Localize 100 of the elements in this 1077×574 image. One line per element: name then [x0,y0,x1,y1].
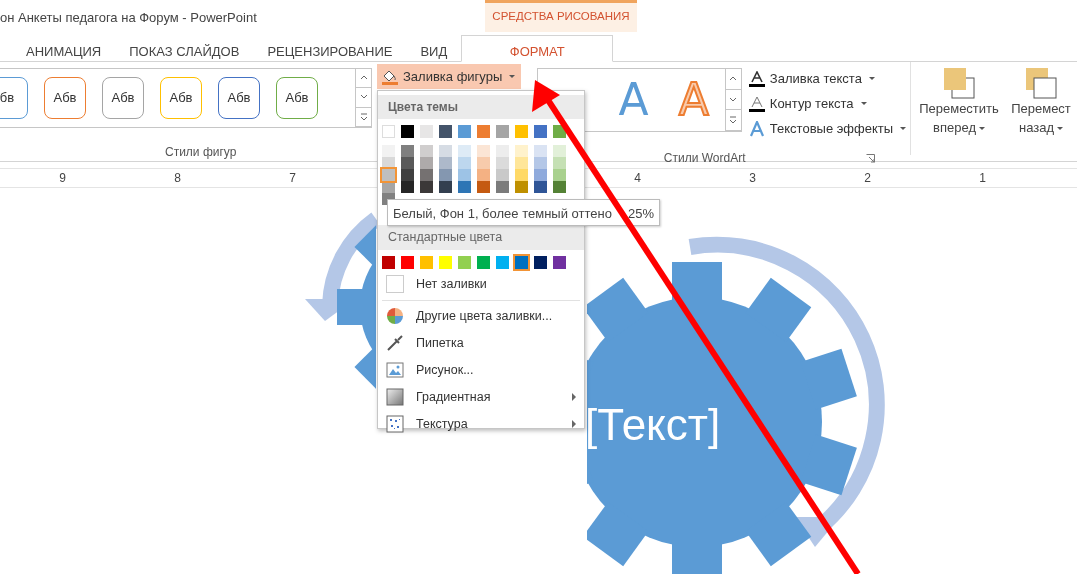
arrange-button[interactable]: Переместить вперед [915,62,1003,161]
color-wheel-icon [386,307,404,326]
ribbon-tab[interactable]: АНИМАЦИЯ [12,35,116,61]
color-swatch[interactable] [420,125,433,138]
dialog-launcher-icon[interactable] [865,153,875,163]
scroll-up-icon[interactable] [729,74,738,83]
arrange-button[interactable]: Перемест назад [1005,62,1077,161]
menu-item[interactable]: Рисунок... [378,356,584,384]
color-swatch[interactable] [515,255,528,269]
submenu-arrow-icon [572,393,576,402]
color-swatch[interactable] [458,255,471,269]
color-swatch[interactable] [515,125,528,138]
color-swatch[interactable] [477,125,490,138]
shape-style-thumbnail[interactable]: Абв [218,77,260,119]
color-swatch[interactable] [553,169,566,181]
color-swatch[interactable] [496,125,509,138]
color-swatch[interactable] [439,145,452,157]
color-swatch[interactable] [401,125,414,138]
wordart-command[interactable]: Контур текста [745,91,909,116]
color-swatch[interactable] [534,145,547,157]
ruler-number: 9 [58,170,67,187]
color-swatch[interactable] [420,157,433,169]
color-swatch[interactable] [534,169,547,181]
color-swatch[interactable] [401,255,414,269]
color-swatch[interactable] [458,145,471,157]
color-swatch[interactable] [420,145,433,157]
color-swatch[interactable] [496,157,509,169]
color-swatch[interactable] [382,125,395,138]
color-swatch[interactable] [477,169,490,181]
shape-style-thumbnail[interactable]: Абв [44,77,86,119]
more-icon[interactable] [359,112,368,121]
ribbon-tab[interactable]: РЕЦЕНЗИРОВАНИЕ [253,35,407,61]
shape-style-thumbnail[interactable]: Абв [276,77,318,119]
color-swatch[interactable] [477,181,490,193]
ruler-number: 3 [748,170,757,187]
color-swatch[interactable] [439,255,452,269]
shape-style-thumbnail[interactable]: Абв [160,77,202,119]
color-swatch[interactable] [458,125,471,138]
color-swatch[interactable] [458,169,471,181]
color-swatch[interactable] [534,255,547,269]
color-swatch[interactable] [439,181,452,193]
menu-item[interactable]: Другие цвета заливки... [378,302,584,330]
text-fill-icon [747,70,766,87]
color-swatch[interactable] [458,181,471,193]
menu-item[interactable]: Нет заливки [378,270,584,298]
color-swatch[interactable] [477,157,490,169]
color-swatch[interactable] [420,255,433,269]
color-swatch[interactable] [382,255,395,269]
gradient-square-icon [386,388,404,407]
color-swatch[interactable] [553,181,566,193]
color-swatch[interactable] [477,145,490,157]
color-swatch[interactable] [515,181,528,193]
color-swatch[interactable] [496,181,509,193]
color-swatch[interactable] [401,157,414,169]
color-swatch[interactable] [420,181,433,193]
color-swatch[interactable] [515,157,528,169]
color-swatch[interactable] [458,157,471,169]
ribbon-tab[interactable]: ВИД [406,35,462,61]
color-swatch[interactable] [477,255,490,269]
color-swatch[interactable] [420,169,433,181]
color-swatch[interactable] [534,157,547,169]
wordart-command[interactable]: Текстовые эффекты [745,116,909,141]
color-swatch[interactable] [553,157,566,169]
caret-icon [509,75,516,78]
scroll-down-icon[interactable] [729,95,738,104]
menu-section-header: Стандартные цвета [378,225,584,250]
color-swatch[interactable] [515,169,528,181]
color-swatch[interactable] [401,169,414,181]
color-swatch[interactable] [382,145,395,157]
send-backward-icon [1024,66,1058,100]
color-swatch[interactable] [439,125,452,138]
window-title: он Анкеты педагога на Форум - PowerPoint [0,9,257,27]
menu-item[interactable]: Пипетка [378,329,584,357]
color-swatch[interactable] [496,255,509,269]
caret-icon [978,126,985,130]
color-swatch[interactable] [534,125,547,138]
shape-style-thumbnail[interactable]: Абв [102,77,144,119]
color-swatch[interactable] [515,145,528,157]
wordart-command[interactable]: Заливка текста [745,66,909,91]
ribbon-tab[interactable]: ПОКАЗ СЛАЙДОВ [115,35,254,61]
color-swatch[interactable] [553,145,566,157]
shape-style-thumbnail[interactable]: бв [0,77,28,119]
shape-fill-button[interactable]: Заливка фигуры [377,64,522,89]
color-swatch[interactable] [382,169,395,181]
color-swatch[interactable] [401,145,414,157]
color-swatch[interactable] [553,255,566,269]
gear-label: [Текст] [585,399,721,451]
color-swatch[interactable] [496,145,509,157]
menu-item[interactable]: Текстура [378,410,584,438]
picture-icon [386,361,404,380]
color-swatch[interactable] [401,181,414,193]
color-swatch[interactable] [534,181,547,193]
color-swatch[interactable] [439,157,452,169]
menu-item[interactable]: Градиентная [378,383,584,411]
caret-icon [868,77,875,80]
caret-icon [860,102,867,105]
color-swatch[interactable] [496,169,509,181]
color-swatch[interactable] [439,169,452,181]
more-icon[interactable] [729,116,738,125]
ribbon-tab[interactable]: ФОРМАТ [461,34,614,62]
